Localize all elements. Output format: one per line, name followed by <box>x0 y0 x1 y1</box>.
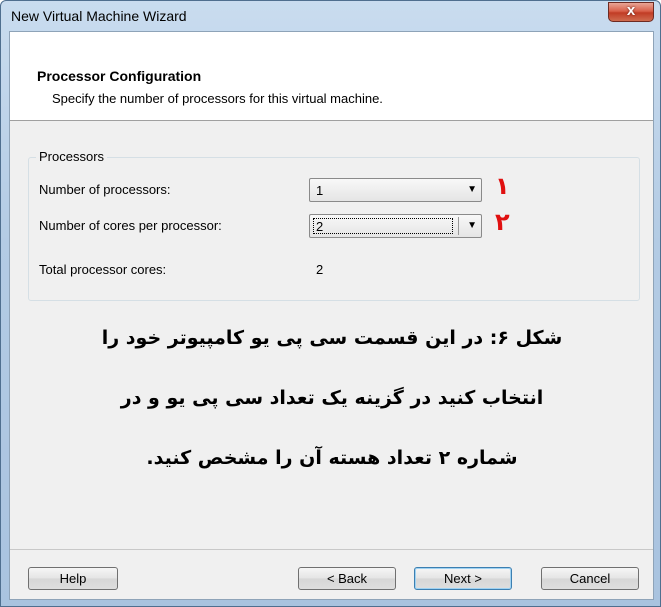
window-title: New Virtual Machine Wizard <box>11 8 187 24</box>
help-button[interactable]: Help <box>28 567 118 590</box>
persian-caption: شکل ۶: در این قسمت سی پی یو کامپیوتر خود… <box>30 308 634 488</box>
cancel-button[interactable]: Cancel <box>541 567 639 590</box>
annotation-marker-2: ۲ <box>495 208 510 236</box>
next-button[interactable]: Next > <box>414 567 512 590</box>
wizard-client-area: Processor Configuration Specify the numb… <box>9 31 654 600</box>
num-processors-label: Number of processors: <box>39 182 171 197</box>
total-cores-value: 2 <box>316 262 324 277</box>
cores-per-processor-value: 2 <box>316 219 324 234</box>
focus-rectangle <box>313 218 453 234</box>
chevron-down-icon: ▼ <box>467 184 477 195</box>
processors-group: Processors Number of processors: 1 ▼ ۱ N… <box>28 149 640 301</box>
wizard-window: New Virtual Machine Wizard x Processor C… <box>0 0 661 607</box>
page-subtitle: Specify the number of processors for thi… <box>52 91 383 106</box>
num-processors-dropdown[interactable]: 1 ▼ <box>309 178 482 202</box>
wizard-header: Processor Configuration Specify the numb… <box>10 32 653 121</box>
cores-per-processor-label: Number of cores per processor: <box>39 218 222 233</box>
caption-line-2: انتخاب کنید در گزینه یک تعداد سی پی یو و… <box>120 387 544 409</box>
close-button[interactable]: x <box>608 2 654 22</box>
back-button[interactable]: < Back <box>298 567 396 590</box>
chevron-down-icon: ▼ <box>467 220 477 231</box>
caption-line-1: شکل ۶: در این قسمت سی پی یو کامپیوتر خود… <box>101 327 563 349</box>
footer-divider <box>10 549 653 550</box>
title-bar[interactable]: New Virtual Machine Wizard x <box>1 1 660 31</box>
caption-line-3: شماره ۲ تعداد هسته آن را مشخص کنید. <box>146 447 518 469</box>
annotation-marker-1: ۱ <box>495 172 510 200</box>
cores-per-processor-dropdown[interactable]: 2 ▼ <box>309 214 482 238</box>
processors-group-label: Processors <box>36 149 108 164</box>
close-icon: x <box>626 2 636 19</box>
total-cores-label: Total processor cores: <box>39 262 167 277</box>
num-processors-value: 1 <box>316 183 324 198</box>
page-title: Processor Configuration <box>37 68 202 84</box>
dropdown-separator <box>458 217 459 235</box>
